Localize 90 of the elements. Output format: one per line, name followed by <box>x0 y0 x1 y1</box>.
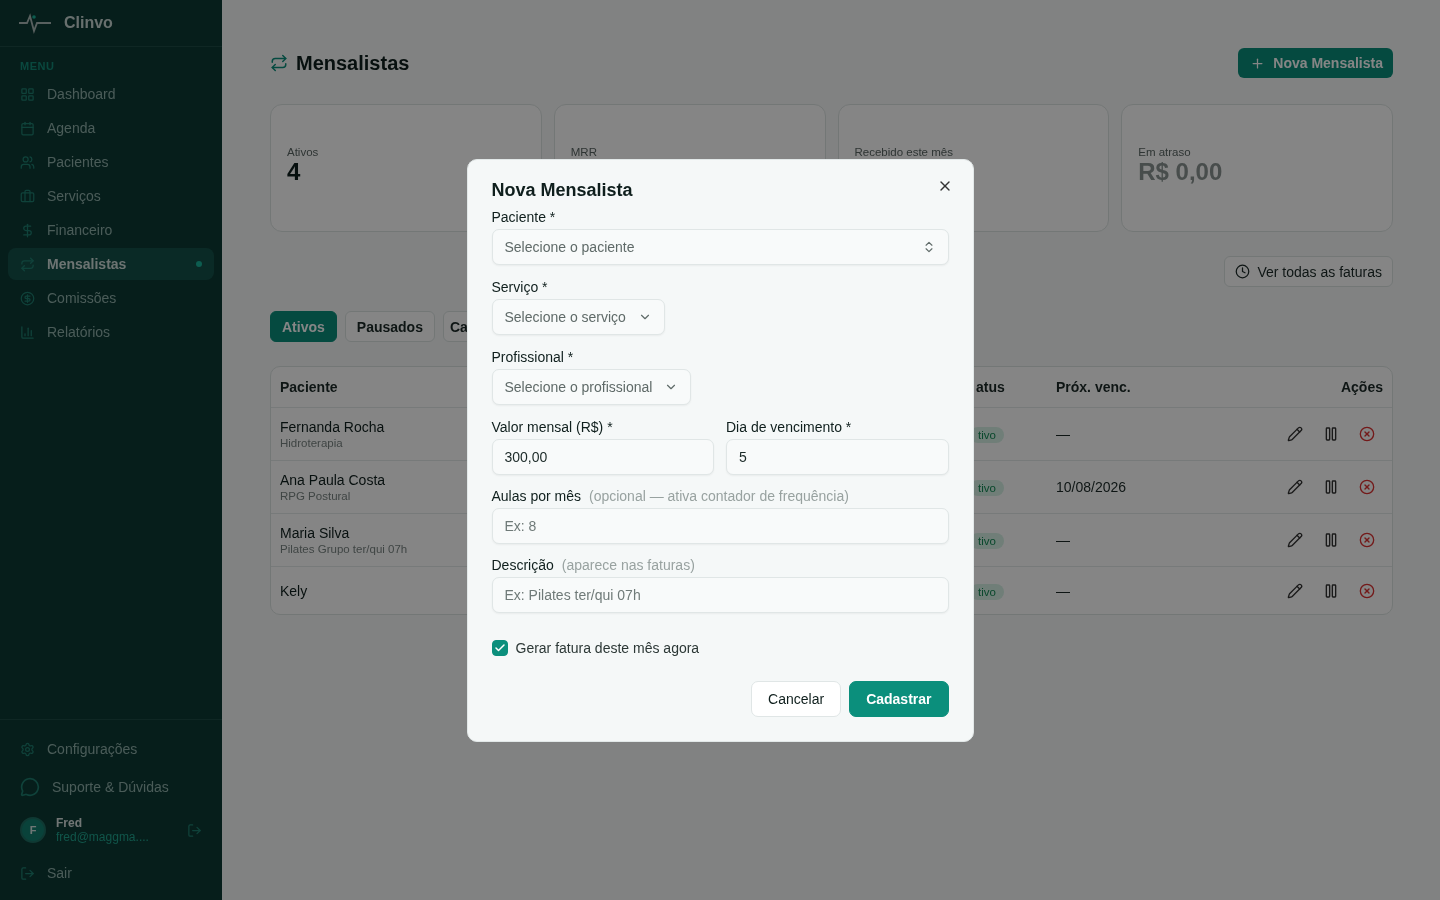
field-hint: (opcional — ativa contador de frequência) <box>589 487 849 504</box>
column-header: Próx. venc. <box>1056 379 1131 395</box>
column-header: Ações <box>1340 379 1383 395</box>
coin-icon <box>20 290 35 306</box>
cancel-icon[interactable] <box>1359 582 1375 599</box>
stat-label: Ativos <box>287 146 320 158</box>
patient-name: Ana Paula Costa <box>280 472 386 488</box>
pulse-logo-icon <box>18 12 52 34</box>
service-name: Pilates Grupo ter/qui 07h <box>280 543 408 555</box>
input-field[interactable]: Ex: 8 <box>491 507 949 544</box>
page-title: Mensalistas <box>296 51 410 75</box>
pause-icon[interactable] <box>1323 532 1339 548</box>
field-label: Profissional * <box>491 348 575 365</box>
users-icon <box>20 154 35 170</box>
input-field[interactable]: 300,00 <box>491 438 714 475</box>
input-field[interactable]: 5 <box>726 438 949 475</box>
field-label: Valor mensal (R$) * <box>491 418 614 435</box>
logout-icon <box>20 865 35 881</box>
repeat-icon <box>20 256 35 272</box>
column-header: Paciente <box>280 379 338 395</box>
clock-icon <box>1235 264 1251 279</box>
sidebar-item[interactable]: Serviços <box>8 180 214 212</box>
cancel-icon[interactable] <box>1359 479 1375 495</box>
checkbox[interactable] <box>491 639 508 656</box>
pause-icon[interactable] <box>1323 426 1339 442</box>
logout-link[interactable]: Sair <box>8 856 214 890</box>
edit-icon[interactable] <box>1287 532 1303 548</box>
invoices-button[interactable]: Ver todas as faturas <box>1224 256 1393 287</box>
patient-name: Kely <box>280 582 308 599</box>
select-field[interactable]: Selecione o serviço <box>491 298 665 335</box>
user-avatar: F <box>20 817 46 843</box>
submit-button[interactable]: Cadastrar <box>849 680 949 717</box>
cancel-button[interactable]: Cancelar <box>751 680 842 717</box>
field-hint: (aparece nas faturas) <box>561 556 695 573</box>
pause-icon[interactable] <box>1323 582 1339 599</box>
grid-icon <box>20 86 35 102</box>
briefcase-icon <box>20 188 35 204</box>
active-dot <box>196 261 202 267</box>
tab[interactable]: Pausados <box>344 311 435 342</box>
due-date: — <box>1056 582 1071 599</box>
column-header: atus <box>976 379 1005 395</box>
stat-label: Em atraso <box>1138 146 1192 158</box>
checkbox-label: Gerar fatura deste mês agora <box>515 639 700 656</box>
new-button[interactable]: Nova Mensalista <box>1238 48 1393 78</box>
settings-icon <box>20 741 35 757</box>
stat-value: 4 <box>287 158 302 186</box>
calendar-icon <box>20 120 35 136</box>
field-label: Dia de vencimento * <box>726 418 853 435</box>
edit-icon[interactable] <box>1287 479 1303 495</box>
select-field[interactable]: Selecione o profissional <box>491 368 692 405</box>
select-field[interactable]: Selecione o paciente <box>491 228 949 265</box>
stat-label: Recebido este mês <box>854 146 954 158</box>
user-name: Fred <box>56 816 83 830</box>
edit-icon[interactable] <box>1287 426 1303 442</box>
sidebar-item[interactable]: Pacientes <box>8 146 214 178</box>
due-date: 10/08/2026 <box>1056 479 1128 495</box>
plus-icon <box>1250 55 1266 71</box>
field-label: Serviço * <box>491 278 549 295</box>
sidebar-item[interactable]: Relatórios <box>8 316 214 348</box>
sidebar-item[interactable]: Financeiro <box>8 214 214 246</box>
patient-name: Fernanda Rocha <box>280 419 385 435</box>
brand-name: Clinvo <box>64 14 113 32</box>
due-date: — <box>1056 532 1071 548</box>
sidebar-item[interactable]: Configurações <box>8 732 214 766</box>
sidebar-item[interactable]: Suporte & Dúvidas <box>8 770 214 804</box>
tab[interactable]: Ativos <box>270 311 337 342</box>
sidebar-item[interactable]: Dashboard <box>8 78 214 110</box>
stat-value: R$ 0,00 <box>1138 158 1224 186</box>
sidebar-item[interactable]: Comissões <box>8 282 214 314</box>
due-date: — <box>1056 426 1071 442</box>
cancel-icon[interactable] <box>1359 532 1375 548</box>
patient-name: Maria Silva <box>280 525 350 541</box>
input-field[interactable]: Ex: Pilates ter/qui 07h <box>491 576 949 613</box>
check-icon <box>493 641 506 654</box>
sidebar-item[interactable]: Mensalistas <box>8 248 214 280</box>
edit-icon[interactable] <box>1287 582 1303 599</box>
modal-title: Nova Mensalista <box>491 179 633 201</box>
field-label: Paciente * <box>491 208 557 225</box>
chat-bubble-icon <box>20 777 40 797</box>
field-label: Aulas por mês <box>491 487 581 504</box>
stat-label: MRR <box>570 146 598 158</box>
service-name: RPG Postural <box>280 490 351 502</box>
repeat-icon <box>270 54 288 72</box>
cancel-icon[interactable] <box>1359 426 1375 442</box>
bar-chart-icon <box>20 324 35 340</box>
field-label: Descrição <box>491 556 554 573</box>
dollar-icon <box>20 222 35 238</box>
pause-icon[interactable] <box>1323 479 1339 495</box>
sidebar-item[interactable]: Agenda <box>8 112 214 144</box>
service-name: Hidroterapia <box>280 437 343 449</box>
